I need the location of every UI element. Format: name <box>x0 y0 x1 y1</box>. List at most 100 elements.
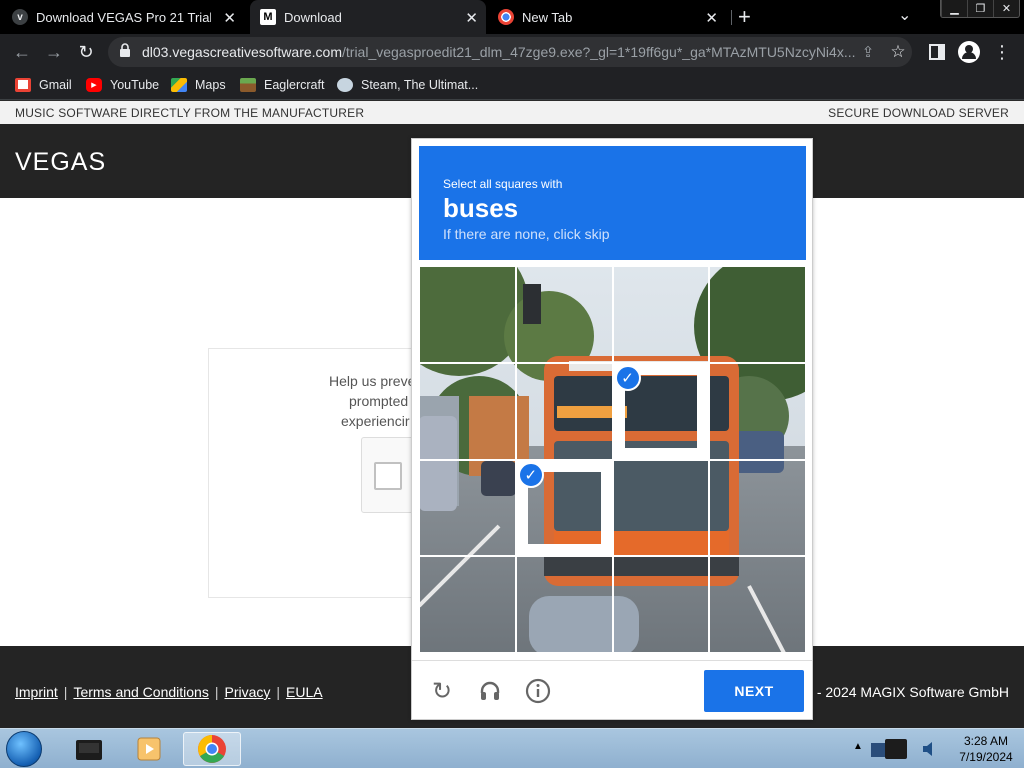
captcha-tile-r1-c3[interactable] <box>709 362 806 460</box>
captcha-tile-r3-c3[interactable] <box>709 556 806 653</box>
footer-link-privacy[interactable]: Privacy <box>224 684 270 700</box>
close-icon[interactable]: ✕ <box>465 9 478 27</box>
bookmark-eaglercraft[interactable]: Eaglercraft <box>240 76 324 94</box>
address-bar[interactable]: dl03.vegascreativesoftware.com/trial_veg… <box>108 37 912 67</box>
checkmark-icon: ✓ <box>614 364 641 391</box>
captcha-tile-r0-c0[interactable] <box>419 266 516 363</box>
bookmark-maps[interactable]: Maps <box>171 76 226 94</box>
steam-icon <box>337 78 353 92</box>
bookmark-youtube[interactable]: ▶ YouTube <box>86 76 159 94</box>
info-icon[interactable] <box>524 677 552 705</box>
taskbar-app-media-center[interactable] <box>60 732 118 766</box>
share-icon[interactable]: ⇪ <box>856 40 880 64</box>
footer-links: Imprint | Terms and Conditions | Privacy | EUL… <box>15 684 323 700</box>
captcha-tile-r3-c2[interactable] <box>612 556 710 653</box>
taskbar-app-chrome[interactable] <box>183 732 241 766</box>
minimize-icon[interactable]: ▁ <box>941 0 967 17</box>
minecraft-icon <box>240 78 256 92</box>
taskbar-clock[interactable]: 3:28 AM 7/19/2024 <box>956 733 1016 765</box>
captcha-challenge-dialog: Select all squares with buses If there a… <box>411 138 813 720</box>
tab-strip: v Download VEGAS Pro 21 Trials fo ✕ M Do… <box>0 0 1024 34</box>
tab-vegas[interactable]: v Download VEGAS Pro 21 Trials fo ✕ <box>12 0 244 34</box>
tab-new-tab[interactable]: New Tab ✕ <box>498 0 726 34</box>
captcha-tile-r1-c1[interactable] <box>515 362 613 460</box>
lock-icon[interactable] <box>119 43 131 61</box>
url-path: /trial_vegasproedit21_dlm_47zge9.exe?_gl… <box>342 44 856 60</box>
tab-title: Download VEGAS Pro 21 Trials fo <box>36 9 211 25</box>
media-center-icon <box>76 740 102 760</box>
footer-link-imprint[interactable]: Imprint <box>15 684 58 700</box>
close-window-icon[interactable]: ✕ <box>993 0 1019 17</box>
tab-title: New Tab <box>522 9 573 25</box>
captcha-tile-r3-c0[interactable] <box>419 556 516 653</box>
reload-challenge-icon[interactable]: ↻ <box>428 677 456 705</box>
profile-avatar-icon[interactable] <box>957 40 981 64</box>
taskbar-app-media-player[interactable] <box>120 732 178 766</box>
maps-icon <box>171 78 187 92</box>
captcha-tile-r2-c1[interactable]: ✓ <box>515 459 613 557</box>
captcha-instruction-text: Select all squares with <box>443 177 563 191</box>
youtube-icon: ▶ <box>86 78 102 92</box>
show-hidden-icons-arrow[interactable]: ▲ <box>853 741 863 752</box>
audio-challenge-icon[interactable] <box>476 677 504 705</box>
captcha-tile-r2-c0[interactable] <box>419 459 516 557</box>
bookmark-star-icon[interactable]: ☆ <box>886 40 910 64</box>
reload-icon[interactable]: ↻ <box>74 40 98 64</box>
side-panel-icon[interactable] <box>925 40 949 64</box>
topbar-tagline: MUSIC SOFTWARE DIRECTLY FROM THE MANUFAC… <box>15 106 365 120</box>
captcha-tile-r2-c2[interactable] <box>612 459 710 557</box>
footer-link-eula[interactable]: EULA <box>286 684 323 700</box>
captcha-footer: ↻ NEXT <box>412 660 812 719</box>
captcha-tile-r0-c2[interactable] <box>612 266 710 363</box>
tab-separator <box>731 10 732 25</box>
captcha-tile-r3-c1[interactable] <box>515 556 613 653</box>
checkmark-icon: ✓ <box>517 461 544 488</box>
restore-icon[interactable]: ❐ <box>967 0 993 17</box>
site-topbar: MUSIC SOFTWARE DIRECTLY FROM THE MANUFAC… <box>0 101 1024 124</box>
captcha-tile-r1-c2[interactable]: ✓ <box>612 362 710 460</box>
close-icon[interactable]: ✕ <box>705 9 718 27</box>
start-button[interactable] <box>6 731 42 767</box>
menu-kebab-icon[interactable]: ⋮ <box>990 40 1014 64</box>
bookmark-gmail[interactable]: Gmail <box>15 76 72 94</box>
volume-icon[interactable] <box>921 739 941 764</box>
back-arrow-icon[interactable]: ← <box>10 40 34 64</box>
bookmark-label: Maps <box>195 78 226 92</box>
chrome-icon <box>498 9 514 25</box>
tab-search-button[interactable]: ⌄ <box>898 5 911 25</box>
captcha-tile-r2-c3[interactable] <box>709 459 806 557</box>
m-icon: M <box>260 9 276 25</box>
captcha-image-grid: ✓ ✓ <box>419 266 806 653</box>
vegas-logo[interactable]: VEGAS <box>15 148 106 177</box>
bookmark-label: Steam, The Ultimat... <box>361 78 479 92</box>
captcha-checkbox[interactable] <box>374 462 402 490</box>
bookmark-steam[interactable]: Steam, The Ultimat... <box>337 76 478 94</box>
captcha-instructions: Select all squares with buses If there a… <box>419 146 806 260</box>
clock-date: 7/19/2024 <box>959 750 1013 764</box>
system-tray: ▲ 3:28 AM 7/19/2024 <box>839 729 1024 768</box>
media-player-icon <box>137 737 161 761</box>
footer-link-terms[interactable]: Terms and Conditions <box>73 684 208 700</box>
gmail-icon <box>15 78 31 92</box>
captcha-tile-r0-c1[interactable] <box>515 266 613 363</box>
window-controls: ▁ ❐ ✕ <box>940 0 1020 18</box>
windows-taskbar: ▲ 3:28 AM 7/19/2024 <box>0 728 1024 768</box>
network-icon[interactable] <box>871 737 911 766</box>
copyright-text: 3 - 2024 MAGIX Software GmbH <box>805 684 1009 700</box>
captcha-tile-r0-c3[interactable] <box>709 266 806 363</box>
url-host: dl03.vegascreativesoftware.com <box>142 44 342 60</box>
topbar-secure-label: SECURE DOWNLOAD SERVER <box>828 106 1009 120</box>
bookmark-label: Gmail <box>39 78 72 92</box>
tab-title: Download <box>284 9 342 25</box>
captcha-tile-r1-c0[interactable] <box>419 362 516 460</box>
captcha-target-word: buses <box>443 193 519 223</box>
forward-arrow-icon[interactable]: → <box>42 40 66 64</box>
close-icon[interactable]: ✕ <box>223 9 236 27</box>
tab-download[interactable]: M Download ✕ <box>250 0 486 34</box>
captcha-skip-hint: If there are none, click skip <box>443 226 610 242</box>
chrome-icon <box>198 735 226 763</box>
new-tab-button[interactable]: + <box>738 4 751 30</box>
next-button[interactable]: NEXT <box>704 670 804 712</box>
v-icon: v <box>12 9 28 25</box>
clock-time: 3:28 AM <box>963 734 1009 748</box>
